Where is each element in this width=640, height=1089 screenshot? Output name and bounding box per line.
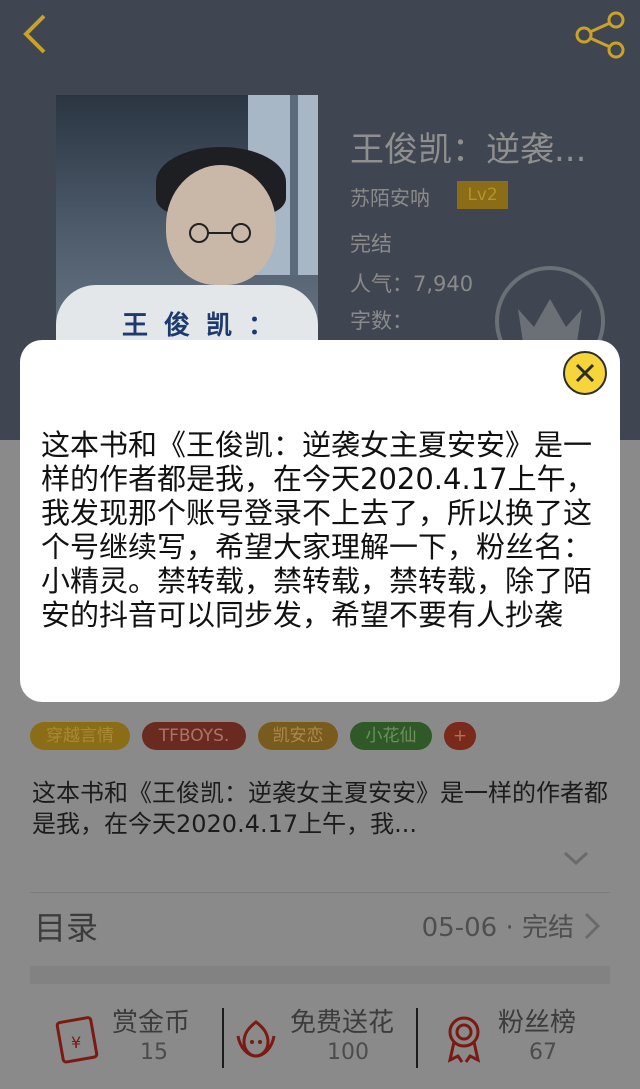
cover-title-text: 王俊凯： [122, 311, 291, 341]
author-level-badge: Lv2 [457, 181, 508, 209]
chevron-right-icon [584, 912, 601, 940]
fans-count: 67 [529, 1040, 557, 1065]
author-notice-dialog: 这本书和《王俊凯：逆袭女主夏安安》是一样的作者都是我，在今天2020.4.17上… [20, 340, 620, 702]
word-count: 字数： [350, 309, 413, 333]
toc-update-status: 05-06 · 完结 [421, 913, 574, 943]
popularity: 人气：7,940 [350, 272, 474, 296]
close-button[interactable] [563, 351, 607, 395]
flower-count: 100 [327, 1040, 369, 1065]
tag-1[interactable]: 穿越言情 [30, 722, 130, 750]
medal-icon [447, 1016, 481, 1063]
tag-4[interactable]: 小花仙 [350, 722, 432, 750]
close-icon [575, 363, 595, 383]
book-title: 王俊凯：逆袭... [350, 130, 587, 170]
reward-label: 赏金币 [112, 1008, 191, 1038]
fans-label: 粉丝榜 [498, 1008, 577, 1038]
book-intro[interactable]: 这本书和《王俊凯：逆袭女主夏安安》是一样的作者都是我，在今天2020.4.17上… [32, 778, 612, 840]
divider [416, 1008, 418, 1068]
reward-count: 15 [140, 1040, 168, 1065]
flower-label: 免费送花 [290, 1008, 395, 1038]
fans-ranking-button[interactable]: 粉丝榜 67 [424, 990, 604, 1089]
chevron-down-icon[interactable] [562, 848, 590, 868]
tag-3[interactable]: 凯安恋 [258, 722, 338, 750]
tag-add[interactable]: + [444, 722, 476, 750]
tag-2[interactable]: TFBOYS. [142, 722, 246, 750]
dialog-message: 这本书和《王俊凯：逆袭女主夏安安》是一样的作者都是我，在今天2020.4.17上… [41, 428, 595, 632]
share-icon[interactable] [572, 10, 628, 60]
send-flower-button[interactable]: 免费送花 100 [226, 990, 412, 1089]
section-divider [30, 966, 610, 984]
flower-icon [236, 1020, 276, 1058]
book-status: 完结 [350, 232, 392, 256]
svg-text:¥: ¥ [71, 1033, 81, 1052]
toc-label: 目录 [34, 909, 99, 947]
back-arrow-icon[interactable] [14, 12, 58, 56]
reward-coins-button[interactable]: ¥ 赏金币 15 [40, 990, 220, 1089]
coin-envelope-icon: ¥ [55, 1016, 99, 1064]
divider [222, 1008, 224, 1068]
table-of-contents-row[interactable]: 目录 05-06 · 完结 [30, 892, 610, 957]
author-name[interactable]: 苏陌安呐 [350, 182, 430, 211]
